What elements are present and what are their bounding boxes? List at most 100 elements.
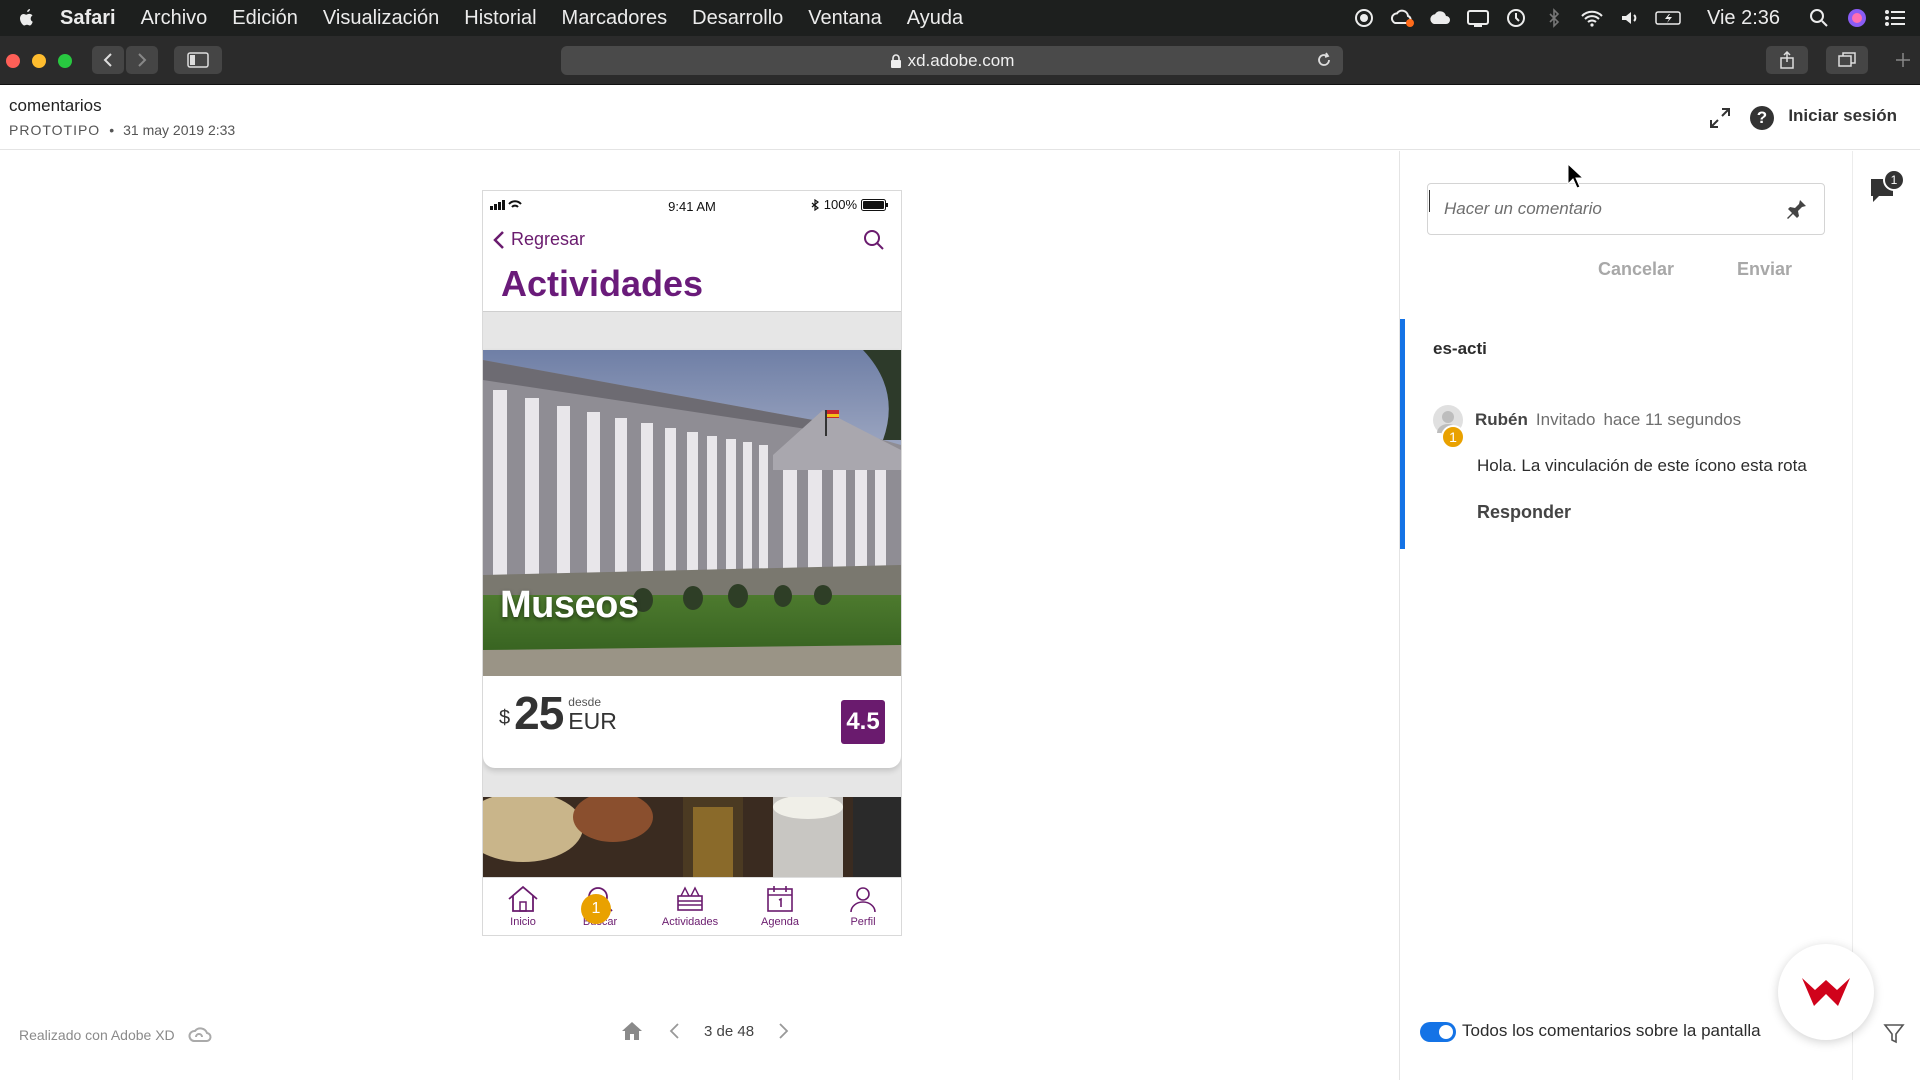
cloud-icon[interactable] — [1427, 7, 1453, 29]
tab-perfil[interactable]: Perfil — [823, 884, 901, 928]
sidebar-toggle-button[interactable] — [174, 46, 222, 74]
xd-header: comentarios PROTOTIPO • 31 may 2019 2:33 ?… — [0, 86, 1920, 150]
tabs-overview-button[interactable] — [1826, 46, 1868, 74]
comment-body: Hola. La vinculación de este ícono esta … — [1477, 456, 1807, 475]
phone-back-button[interactable]: Regresar — [493, 229, 585, 250]
home-screen-icon[interactable] — [620, 1020, 644, 1042]
menu-edicion[interactable]: Edición — [232, 7, 298, 30]
phone-nav-bar: Regresar — [483, 219, 901, 261]
tab-inicio[interactable]: Inicio — [483, 884, 563, 928]
menu-historial[interactable]: Historial — [464, 7, 536, 30]
bluetooth-icon[interactable] — [1541, 7, 1567, 29]
home-icon — [508, 885, 538, 912]
document-meta: PROTOTIPO • 31 may 2019 2:33 — [9, 122, 236, 138]
thread-title: es-acti — [1433, 339, 1487, 358]
new-tab-button[interactable] — [1888, 46, 1918, 74]
chevron-left-icon — [103, 53, 112, 67]
spotlight-icon[interactable] — [1806, 7, 1832, 29]
apple-icon[interactable] — [14, 6, 38, 30]
share-icon — [1780, 51, 1794, 69]
forward-button[interactable] — [126, 46, 158, 74]
time-machine-icon[interactable] — [1503, 7, 1529, 29]
lock-icon — [890, 53, 901, 68]
document-date: 31 may 2019 2:33 — [123, 122, 236, 138]
reload-icon[interactable] — [1315, 51, 1333, 69]
plus-icon — [1896, 53, 1910, 67]
show-all-comments-toggle[interactable] — [1420, 1022, 1456, 1042]
comment-meta: Rubén Invitado hace 11 segundos — [1475, 410, 1741, 430]
minimize-window-button[interactable] — [32, 54, 46, 68]
chevron-right-icon — [138, 53, 147, 67]
price-unit: EUR — [568, 708, 617, 734]
close-window-button[interactable] — [6, 54, 20, 68]
comments-panel: Hacer un comentario Cancelar Enviar es-a… — [1399, 151, 1851, 1080]
made-with-xd[interactable]: Realizado con Adobe XD — [19, 1024, 215, 1046]
help-icon[interactable]: ? — [1750, 106, 1774, 130]
creative-cloud-icon[interactable] — [1389, 7, 1415, 29]
food-photo — [483, 797, 901, 877]
address-bar[interactable]: xd.adobe.com — [561, 46, 1343, 75]
creative-cloud-icon — [188, 1027, 212, 1042]
made-with-label: Realizado con Adobe XD — [19, 1027, 175, 1043]
phone-back-label: Regresar — [511, 229, 586, 249]
tab-agenda[interactable]: Agenda — [740, 884, 820, 928]
menu-marcadores[interactable]: Marcadores — [562, 7, 668, 30]
activities-icon — [677, 886, 703, 911]
record-icon[interactable] — [1351, 7, 1377, 29]
tab-label-actividades: Actividades — [661, 916, 719, 928]
toggle-label: Todos los comentarios sobre la pantalla — [1462, 1021, 1761, 1040]
comment-author: Rubén — [1475, 410, 1528, 429]
phone-battery: 100% — [810, 197, 889, 212]
reply-button[interactable]: Responder — [1477, 502, 1571, 523]
profile-icon — [850, 887, 876, 913]
card-price: $ 25 desde EUR — [499, 690, 617, 736]
menu-ventana[interactable]: Ventana — [808, 7, 881, 30]
zoom-window-button[interactable] — [58, 54, 72, 68]
brand-logo-icon — [1802, 978, 1850, 1006]
menu-visualizacion[interactable]: Visualización — [323, 7, 439, 30]
previous-screen-icon[interactable] — [668, 1022, 680, 1040]
send-button[interactable]: Enviar — [1737, 259, 1792, 280]
activity-card[interactable]: Museos $ 25 desde EUR 4.5 — [483, 350, 901, 768]
next-screen-icon[interactable] — [778, 1022, 790, 1040]
rating-badge: 4.5 — [841, 700, 885, 744]
back-button[interactable] — [92, 46, 124, 74]
brand-logo-button[interactable] — [1778, 944, 1874, 1040]
wifi-icon[interactable] — [1579, 7, 1605, 29]
filter-icon[interactable] — [1883, 1023, 1905, 1045]
chevron-left-icon — [493, 230, 504, 249]
menu-desarrollo[interactable]: Desarrollo — [692, 7, 783, 30]
comment-pin-badge: 1 — [1441, 425, 1465, 449]
signin-button[interactable]: Iniciar sesión — [1788, 106, 1897, 126]
cancel-button[interactable]: Cancelar — [1598, 259, 1674, 280]
tab-label-inicio: Inicio — [510, 916, 536, 928]
phone-title: Actividades — [501, 263, 704, 304]
volume-icon[interactable] — [1617, 7, 1643, 29]
menu-ayuda[interactable]: Ayuda — [907, 7, 963, 30]
phone-search-icon[interactable] — [863, 229, 885, 256]
comment-input[interactable]: Hacer un comentario — [1427, 183, 1825, 235]
share-button[interactable] — [1766, 46, 1808, 74]
url-text: xd.adobe.com — [907, 50, 1015, 70]
clock[interactable]: Vie 2:36 — [1707, 7, 1780, 30]
page-indicator: 3 de 48 — [704, 1022, 755, 1040]
status-area: Vie 2:36 — [1351, 0, 1920, 36]
tab-actividades[interactable]: Actividades — [650, 884, 730, 928]
sidebar-icon — [187, 52, 209, 68]
menu-app-name[interactable]: Safari — [60, 7, 116, 30]
menu-archivo[interactable]: Archivo — [141, 7, 208, 30]
pin-icon[interactable] — [1786, 198, 1808, 220]
comment-time: hace 11 segundos — [1603, 410, 1742, 429]
phone-artboard: 9:41 AM 100% Regresar Actividades Museos… — [482, 190, 902, 936]
document-title: comentarios — [9, 96, 102, 115]
notification-center-icon[interactable] — [1882, 7, 1908, 29]
browser-toolbar: xd.adobe.com — [0, 36, 1920, 85]
hotspot-badge[interactable]: 1 — [581, 894, 611, 924]
phone-status-bar: 9:41 AM 100% — [483, 191, 901, 219]
fullscreen-icon[interactable] — [1709, 107, 1731, 134]
display-icon[interactable] — [1465, 7, 1491, 29]
battery-icon[interactable] — [1655, 7, 1681, 29]
siri-icon[interactable] — [1844, 7, 1870, 29]
phone-bluetooth-icon — [811, 198, 819, 211]
comment-thread[interactable]: es-acti 1 Rubén Invitado hace 11 segundos … — [1400, 319, 1852, 549]
